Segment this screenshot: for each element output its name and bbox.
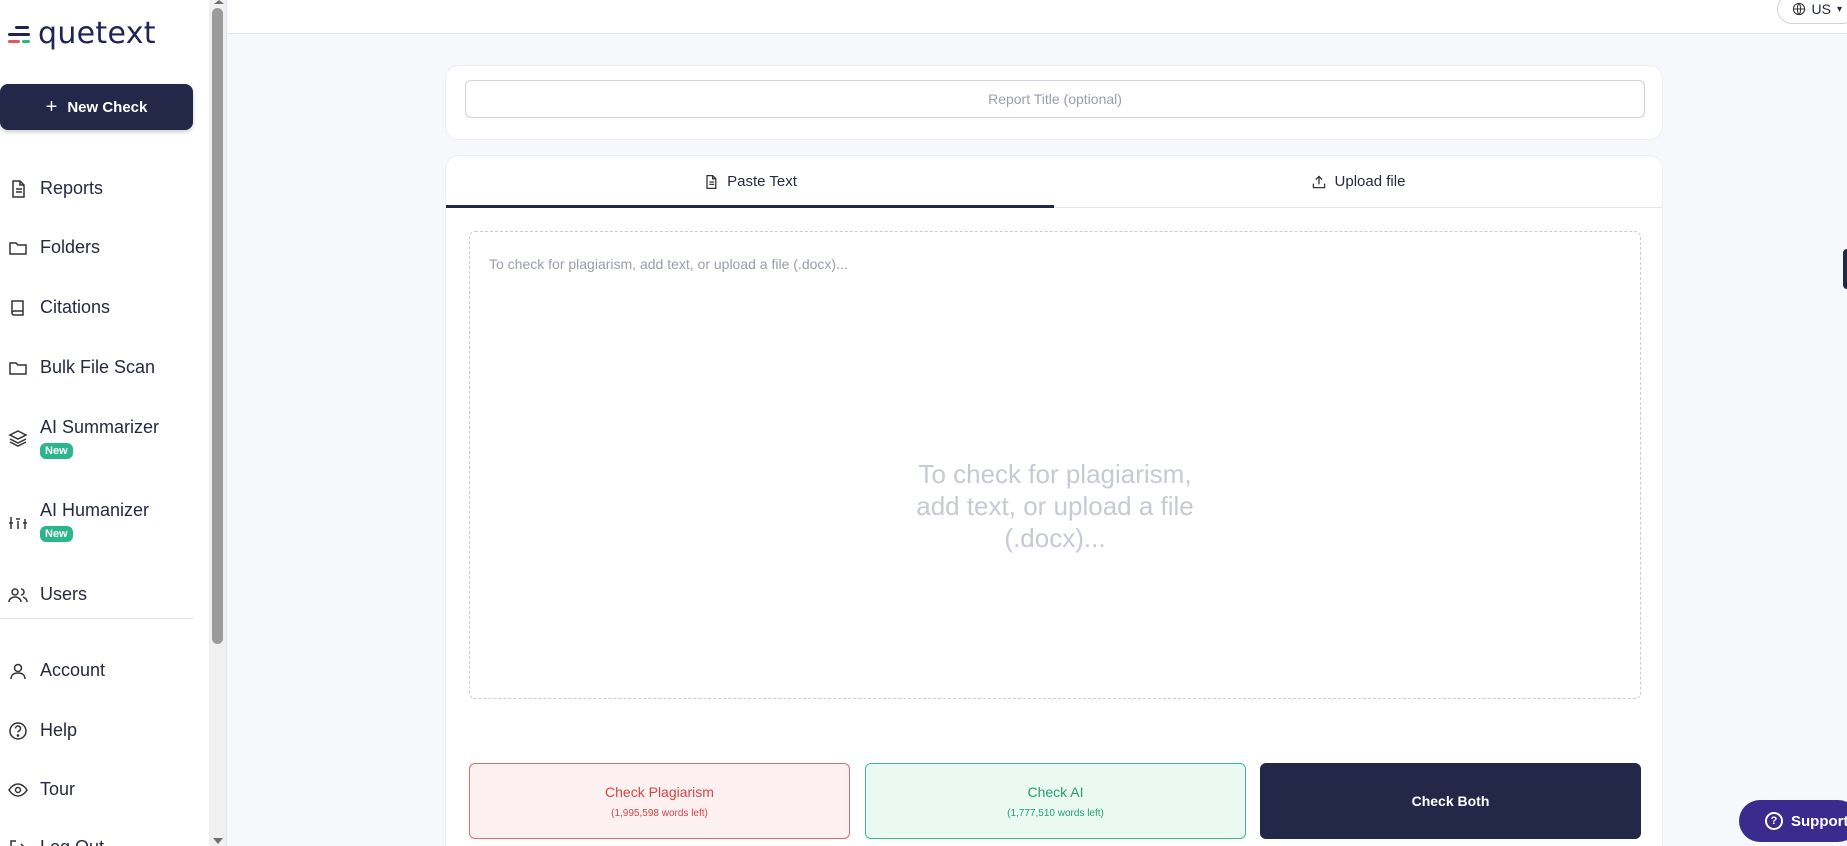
eye-icon xyxy=(8,783,28,797)
sidebar-item-ai-summarizer[interactable]: AI Summarizer New xyxy=(8,416,159,459)
sidebar-scrollbar[interactable] xyxy=(209,0,227,846)
report-title-card xyxy=(445,65,1663,140)
ai-words-left: (1,777,510 words left) xyxy=(1007,807,1104,819)
sidebar-divider xyxy=(0,618,193,619)
new-badge: New xyxy=(40,526,73,542)
help-icon xyxy=(9,722,27,740)
sidebar-item-label: Users xyxy=(40,584,88,604)
scroll-up-arrow-icon[interactable] xyxy=(214,0,224,4)
check-ai-button[interactable]: Check AI (1,777,510 words left) xyxy=(865,763,1246,839)
input-tabs: Paste Text Upload file xyxy=(446,156,1662,208)
sidebar-item-help[interactable]: Help xyxy=(8,719,77,741)
sidebar-item-label: AI Humanizer xyxy=(40,500,150,520)
plus-icon: + xyxy=(45,96,58,118)
sidebar-item-label: Citations xyxy=(40,297,111,317)
book-icon xyxy=(11,300,24,316)
text-input-placeholder: To check for plagiarism, add text, or up… xyxy=(489,256,848,272)
tab-upload-file[interactable]: Upload file xyxy=(1054,156,1662,207)
upload-icon xyxy=(1312,174,1325,188)
chevron-down-icon: ▾ xyxy=(1836,3,1842,15)
sidebar-item-label: Folders xyxy=(40,237,101,257)
sidebar: quetext + New Check Reports Folders Cita… xyxy=(0,0,209,846)
sidebar-item-label: Account xyxy=(40,660,106,680)
tab-label: Paste Text xyxy=(727,173,797,190)
tab-paste-text[interactable]: Paste Text xyxy=(446,156,1054,208)
scrollbar-thumb[interactable] xyxy=(212,8,223,644)
check-both-label: Check Both xyxy=(1411,793,1490,809)
sidebar-item-account[interactable]: Account xyxy=(8,659,105,681)
new-badge: New xyxy=(40,443,73,459)
new-check-label: New Check xyxy=(67,98,148,116)
folder-icon xyxy=(9,242,27,255)
sidebar-item-label: Log Out xyxy=(40,836,104,846)
sliders-icon xyxy=(9,517,27,529)
sidebar-item-reports[interactable]: Reports xyxy=(8,177,103,199)
sidebar-item-users[interactable]: Users xyxy=(8,583,87,605)
sidebar-item-citations[interactable]: Citations xyxy=(8,296,110,318)
globe-icon xyxy=(1792,2,1805,16)
user-icon xyxy=(10,663,26,680)
layers-icon xyxy=(8,430,28,447)
sidebar-item-tour[interactable]: Tour xyxy=(8,778,75,800)
editor-card: Paste Text Upload file To check for plag… xyxy=(445,155,1663,846)
logo-mark-icon xyxy=(8,25,30,43)
top-bar: US ▾ xyxy=(228,0,1847,34)
report-title-input[interactable] xyxy=(465,80,1645,118)
sidebar-item-folders[interactable]: Folders xyxy=(8,236,100,258)
sidebar-item-bulk-file-scan[interactable]: Bulk File Scan xyxy=(8,356,155,378)
sidebar-item-ai-humanizer[interactable]: AI Humanizer New xyxy=(8,499,149,542)
sidebar-item-label: Tour xyxy=(40,779,76,799)
document-icon xyxy=(706,174,717,189)
tab-label: Upload file xyxy=(1334,173,1406,190)
folder-icon xyxy=(9,362,27,375)
text-input-hint: To check for plagiarism, add text, or up… xyxy=(916,459,1194,553)
scroll-down-arrow-icon[interactable] xyxy=(213,838,223,844)
feedback-edge-tab[interactable] xyxy=(1843,249,1847,289)
sidebar-item-label: AI Summarizer xyxy=(40,417,160,437)
sidebar-item-label: Help xyxy=(40,720,78,740)
text-input-area[interactable]: To check for plagiarism, add text, or up… xyxy=(469,231,1641,699)
language-selector[interactable]: US ▾ xyxy=(1776,0,1847,24)
users-icon xyxy=(8,588,28,603)
new-check-button[interactable]: + New Check xyxy=(0,84,193,130)
sidebar-item-label: Reports xyxy=(40,178,104,198)
logout-icon xyxy=(10,840,25,846)
check-plagiarism-button[interactable]: Check Plagiarism (1,995,598 words left) xyxy=(469,763,850,839)
sidebar-item-logout[interactable]: Log Out xyxy=(8,836,104,846)
logo[interactable]: quetext xyxy=(8,16,156,51)
support-label: Support xyxy=(1791,812,1847,830)
language-label: US xyxy=(1811,1,1831,17)
check-plagiarism-label: Check Plagiarism xyxy=(605,783,714,800)
check-both-button[interactable]: Check Both xyxy=(1260,763,1641,839)
help-circle-icon: ? xyxy=(1765,812,1783,830)
support-button[interactable]: ? Support xyxy=(1739,800,1847,842)
logo-text: quetext xyxy=(38,16,156,51)
check-ai-label: Check AI xyxy=(1027,783,1084,800)
sidebar-item-label: Bulk File Scan xyxy=(40,357,156,377)
plagiarism-words-left: (1,995,598 words left) xyxy=(611,807,708,819)
document-icon xyxy=(12,180,25,198)
